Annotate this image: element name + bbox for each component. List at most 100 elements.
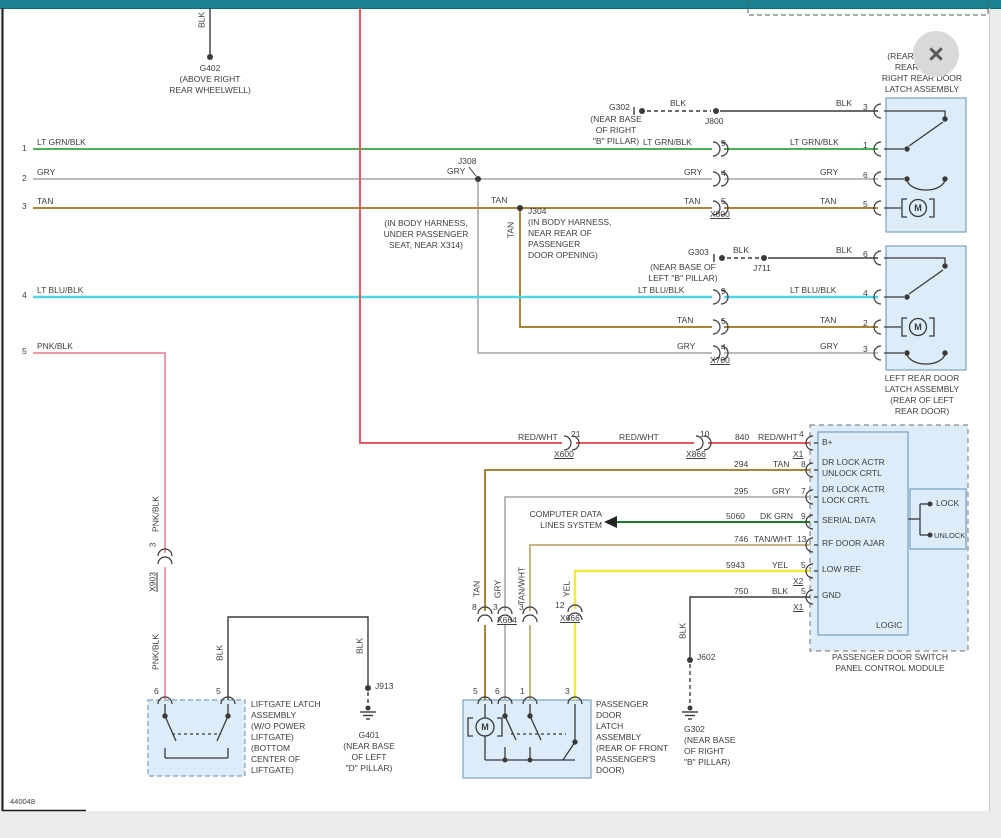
lr-latch-pin-3: 3: [863, 344, 868, 355]
circuit-number-2: 2: [22, 173, 27, 184]
unlock-switch-label: UNLOCK: [934, 530, 965, 541]
conn-pin-12: 12: [555, 600, 564, 611]
connector-x903: X903: [148, 572, 159, 592]
module-pin-lock-ctrl: DR LOCK ACTR LOCK CRTL: [822, 484, 885, 506]
dkgrn-label: DK GRN: [760, 511, 793, 522]
wiring-diagram-svg: M M M: [0, 0, 1001, 838]
circuit-5943: 5943: [726, 560, 745, 571]
conn-pin-8-drop: 8: [472, 602, 477, 613]
close-icon: ×: [928, 39, 944, 70]
tanwht-label: TAN/WHT: [754, 534, 792, 545]
splice-j304: J304: [528, 206, 546, 217]
liftgate-latch-caption: LIFTGATE LATCH ASSEMBLY (W/O POWER LIFTG…: [251, 699, 321, 776]
window-top-bar: [0, 0, 1001, 8]
ground-g302-top: G302: [609, 102, 630, 113]
pnkblk-vertical-label-1: PNK/BLK: [151, 496, 162, 532]
circuit-840: 840: [735, 432, 749, 443]
conn-pin-3-x903: 3: [148, 543, 159, 548]
module-pin-gnd: GND: [822, 590, 841, 601]
pd-latch-pin-3: 3: [565, 686, 570, 697]
module-pin-low-ref: LOW REF: [822, 564, 861, 575]
blk-label-mid-g303: BLK: [733, 245, 749, 256]
conn-pin-5b: 5: [721, 316, 726, 327]
circuit-750: 750: [734, 586, 748, 597]
pd-latch-pin-6: 6: [495, 686, 500, 697]
lr-latch-pin-2: 2: [863, 318, 868, 329]
circuit-number-1: 1: [22, 143, 27, 154]
tan-label-j304: TAN: [491, 195, 507, 206]
pd-latch-pin-5: 5: [473, 686, 478, 697]
left-rear-latch-caption: LEFT REAR DOOR LATCH ASSEMBLY (REAR OF L…: [866, 373, 978, 417]
gry2-before-conn: GRY: [677, 341, 695, 352]
conn-pin-3-x664: 3: [493, 602, 498, 613]
module-pin-rf-door-ajar: RF DOOR AJAR: [822, 538, 885, 549]
g402-ground-label: G402 (ABOVE RIGHT REAR WHEELWELL): [150, 63, 270, 96]
conn-pin-4b: 4: [721, 342, 726, 353]
rr-latch-pin-3: 3: [863, 102, 868, 113]
lr-latch-pin-4: 4: [863, 288, 868, 299]
tanwht-drop-label: TAN/WHT: [517, 567, 528, 605]
liftgate-latch-box: [148, 700, 245, 776]
ltgrnblk-before-conn: LT GRN/BLK: [643, 137, 692, 148]
motor-m-left-rear: M: [914, 322, 922, 332]
module-pin-5-lowref: 5: [801, 560, 806, 571]
yel-label: YEL: [772, 560, 788, 571]
blk-label-mid-top: BLK: [670, 98, 686, 109]
ltblublk-after-conn: LT BLU/BLK: [790, 285, 836, 296]
tan2-after-conn: TAN: [820, 315, 836, 326]
left-rear-door-latch-box: [886, 246, 966, 370]
g302-top-location-note: (NEAR BASE OF RIGHT "B" PILLAR): [580, 114, 652, 147]
conn-pin-9a: 9: [721, 138, 726, 149]
tan-294-label: TAN: [773, 459, 789, 470]
blk-label-right-g303: BLK: [836, 245, 852, 256]
blk-g401-label: BLK: [355, 638, 366, 654]
blk-liftgate-label: BLK: [215, 645, 226, 661]
circuit-295: 295: [734, 486, 748, 497]
circuit-number-3: 3: [22, 201, 27, 212]
door-switch-module-caption: PASSENGER DOOR SWITCH PANEL CONTROL MODU…: [795, 652, 985, 674]
gry-label-j308: GRY: [447, 166, 465, 177]
j304-location-note: (IN BODY HARNESS, NEAR REAR OF PASSENGER…: [528, 217, 611, 261]
g401-ground-label: G401 (NEAR BASE OF LEFT "D" PILLAR): [333, 730, 405, 774]
module-pin-13: 13: [797, 534, 806, 545]
wire1-name-left: LT GRN/BLK: [37, 137, 86, 148]
wire3-name-left: TAN: [37, 196, 53, 207]
module-logic-label: LOGIC: [876, 620, 902, 631]
close-button[interactable]: ×: [913, 31, 959, 77]
circuit-746: 746: [734, 534, 748, 545]
module-pin-bplus: B+: [822, 437, 833, 448]
tan-vertical-label: TAN: [506, 222, 517, 238]
g303-location-note: (NEAR BASE OF LEFT "B" PILLAR): [643, 262, 723, 284]
liftgate-pin-5: 5: [216, 686, 221, 697]
ltgrnblk-after-conn: LT GRN/BLK: [790, 137, 839, 148]
rr-latch-pin-6: 6: [863, 170, 868, 181]
rr-latch-pin-1: 1: [863, 140, 868, 151]
module-pin-9: 9: [801, 511, 806, 522]
connector-x1-gnd: X1: [793, 602, 803, 613]
splice-j800: J800: [705, 116, 723, 127]
redwht-label-2: RED/WHT: [619, 432, 659, 443]
connector-x666: X666: [560, 613, 580, 624]
pnkblk-vertical-label-2: PNK/BLK: [151, 634, 162, 670]
splice-j711: J711: [753, 263, 771, 274]
connector-x700: X700: [710, 355, 730, 366]
redwht-label-1: RED/WHT: [518, 432, 558, 443]
yel-drop-label: YEL: [562, 581, 573, 597]
splice-j913: J913: [375, 681, 393, 692]
lock-switch-label: LOCK: [936, 498, 959, 509]
blk-drop-label: BLK: [678, 623, 689, 639]
connector-x866: X866: [686, 449, 706, 460]
diagram-number: 440048: [10, 796, 35, 807]
liftgate-pin-6: 6: [154, 686, 159, 697]
conn-pin-9b: 9: [721, 286, 726, 297]
redwht-label-3: RED/WHT: [758, 432, 798, 443]
gry-before-conn: GRY: [684, 167, 702, 178]
module-pin-4: 4: [799, 429, 804, 440]
tan-drop-label: TAN: [472, 581, 483, 597]
wiring-diagram-viewer: M M M 1 LT GRN/BLK 2 GRY 3 TAN 4 LT BLU/…: [0, 0, 1001, 838]
motor-m-passenger: M: [481, 722, 489, 732]
g302-bottom-ground-label: G302 (NEAR BASE OF RIGHT "B" PILLAR): [684, 724, 736, 768]
blk-750-label: BLK: [772, 586, 788, 597]
circuit-number-4: 4: [22, 290, 27, 301]
tan2-before-conn: TAN: [677, 315, 693, 326]
